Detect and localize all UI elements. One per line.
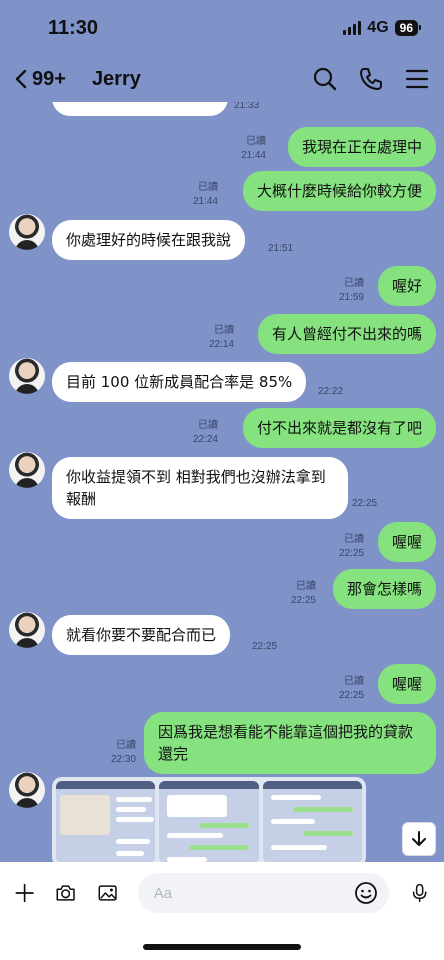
read-label: 已讀 bbox=[246, 136, 266, 147]
phone-icon[interactable] bbox=[358, 66, 384, 92]
network-type: 4G bbox=[367, 19, 389, 36]
message-read-status: 已讀 21:59 bbox=[339, 277, 364, 305]
message-read-status: 已讀 21:44 bbox=[241, 135, 266, 163]
read-label: 已讀 bbox=[198, 420, 218, 431]
emoji-icon[interactable] bbox=[353, 880, 379, 906]
home-indicator[interactable] bbox=[143, 944, 301, 950]
plus-icon[interactable] bbox=[14, 879, 35, 907]
message-time: 22:14 bbox=[208, 339, 234, 350]
message-read-status: 已讀 22:25 bbox=[339, 675, 364, 703]
message-time: 21:51 bbox=[268, 243, 294, 254]
message-read-status: 已讀 21:44 bbox=[193, 181, 218, 209]
message-bubble-outgoing[interactable]: 付不出來就是都沒有了吧 bbox=[242, 408, 436, 448]
avatar[interactable] bbox=[9, 452, 45, 488]
message-bubble-outgoing[interactable]: 有人曾經付不出來的嗎 bbox=[257, 314, 436, 354]
search-icon[interactable] bbox=[312, 66, 338, 92]
message-bubble-outgoing[interactable]: 喔喔 bbox=[377, 522, 436, 562]
message-bubble-incoming[interactable]: 目前 100 位新成員配合率是 85% bbox=[52, 362, 307, 402]
message-time: 22:25 bbox=[338, 690, 364, 701]
avatar[interactable] bbox=[9, 214, 45, 250]
message-time: 22:22 bbox=[318, 386, 344, 397]
message-input-bar bbox=[0, 862, 444, 924]
message-input[interactable] bbox=[153, 884, 353, 902]
message-read-status: 已讀 22:25 bbox=[339, 533, 364, 561]
read-label: 已讀 bbox=[214, 325, 234, 336]
message-input-field[interactable] bbox=[137, 873, 389, 913]
screenshot-thumbnail bbox=[56, 781, 156, 862]
camera-icon[interactable] bbox=[55, 879, 76, 907]
image-message-thumbnail[interactable] bbox=[52, 777, 366, 862]
microphone-icon[interactable] bbox=[409, 879, 430, 907]
read-label: 已讀 bbox=[344, 534, 364, 545]
arrow-down-icon bbox=[412, 831, 426, 846]
read-label: 已讀 bbox=[344, 278, 364, 289]
unread-count: 99+ bbox=[32, 67, 66, 90]
message-bubble-incoming[interactable] bbox=[52, 102, 228, 116]
avatar[interactable] bbox=[9, 772, 45, 808]
message-time: 22:24 bbox=[192, 434, 218, 445]
screenshot-thumbnail bbox=[262, 781, 362, 862]
avatar[interactable] bbox=[9, 358, 45, 394]
read-label: 已讀 bbox=[296, 581, 316, 592]
message-time: 21:59 bbox=[338, 292, 364, 303]
chat-header: 99+ Jerry bbox=[0, 56, 444, 102]
home-area bbox=[0, 924, 444, 960]
message-time: 21:44 bbox=[240, 150, 266, 161]
message-read-status: 已讀 22:24 bbox=[193, 419, 218, 447]
message-time: 22:25 bbox=[352, 498, 378, 509]
status-indicators: 4G 96 bbox=[343, 19, 422, 37]
back-button[interactable]: 99+ bbox=[14, 68, 66, 91]
message-bubble-outgoing[interactable]: 喔喔 bbox=[377, 664, 436, 704]
message-read-status: 已讀 22:30 bbox=[111, 739, 136, 767]
message-bubble-outgoing[interactable]: 因爲我是想看能不能靠這個把我的貸款還完 bbox=[144, 712, 436, 774]
message-bubble-outgoing[interactable]: 那會怎樣嗎 bbox=[332, 569, 436, 609]
chat-area[interactable]: 21:33 已讀 21:44 我現在正在處理中 已讀 21:44 大概什麼時候給你較… bbox=[0, 102, 444, 862]
signal-icon bbox=[343, 21, 362, 35]
message-time: 22:30 bbox=[110, 754, 136, 765]
message-time: 22:25 bbox=[290, 595, 316, 606]
scroll-to-bottom-button[interactable] bbox=[402, 822, 436, 856]
read-label: 已讀 bbox=[116, 740, 136, 751]
chevron-left-icon bbox=[15, 69, 27, 89]
status-time: 11:30 bbox=[48, 16, 99, 39]
message-bubble-outgoing[interactable]: 喔好 bbox=[377, 266, 436, 306]
read-label: 已讀 bbox=[198, 182, 218, 193]
message-read-status: 已讀 22:25 bbox=[291, 580, 316, 608]
message-bubble-outgoing[interactable]: 我現在正在處理中 bbox=[287, 127, 436, 167]
battery-icon: 96 bbox=[394, 20, 422, 36]
image-icon[interactable] bbox=[97, 879, 118, 907]
message-time: 21:33 bbox=[234, 102, 260, 111]
contact-name: Jerry bbox=[91, 67, 141, 90]
message-bubble-outgoing[interactable]: 大概什麼時候給你較方便 bbox=[242, 171, 436, 211]
message-bubble-incoming[interactable]: 你處理好的時候在跟我說 bbox=[52, 220, 246, 260]
menu-icon[interactable] bbox=[404, 66, 430, 92]
read-label: 已讀 bbox=[344, 676, 364, 687]
message-time: 22:25 bbox=[338, 548, 364, 559]
status-bar: 11:30 4G 96 bbox=[0, 0, 444, 56]
avatar[interactable] bbox=[9, 612, 45, 648]
message-read-status: 已讀 22:14 bbox=[209, 324, 234, 352]
message-bubble-incoming[interactable]: 就看你要不要配合而已 bbox=[52, 615, 231, 655]
battery-level: 96 bbox=[399, 21, 413, 35]
screenshot-thumbnail bbox=[159, 781, 259, 862]
message-bubble-incoming[interactable]: 你收益提領不到 相對我們也沒辦法拿到報酬 bbox=[52, 457, 348, 519]
message-time: 21:44 bbox=[192, 196, 218, 207]
message-time: 22:25 bbox=[252, 641, 278, 652]
